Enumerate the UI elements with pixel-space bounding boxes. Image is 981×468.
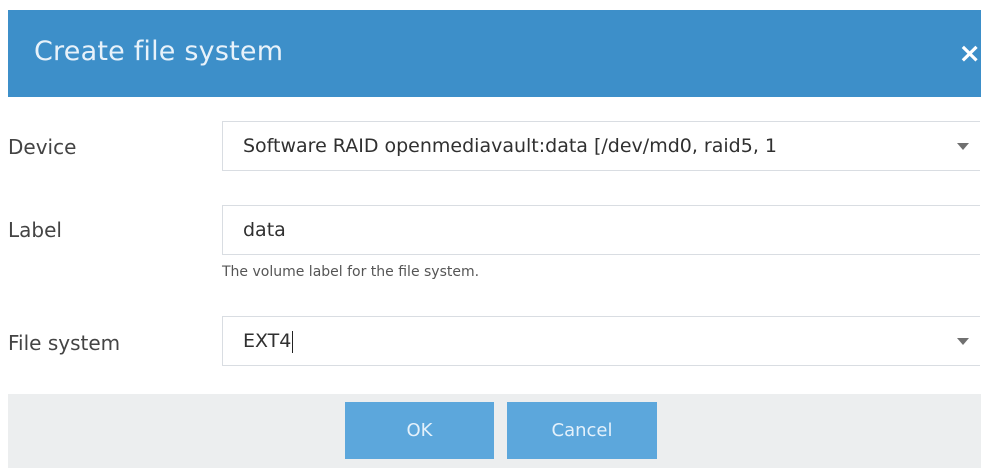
dialog-footer: OK Cancel — [8, 394, 981, 468]
text-cursor — [292, 330, 294, 353]
file-system-label: File system — [8, 331, 121, 355]
device-label: Device — [8, 135, 77, 159]
file-system-select[interactable]: EXT4 — [222, 316, 980, 366]
label-label: Label — [8, 218, 62, 242]
dialog-titlebar: Create file system × — [8, 10, 981, 97]
device-select[interactable]: Software RAID openmediavault:data [/dev/… — [222, 121, 980, 171]
chevron-down-icon[interactable] — [957, 143, 969, 150]
label-hint: The volume label for the file system. — [222, 264, 480, 280]
create-file-system-dialog: Create file system × Device Software RAI… — [0, 0, 981, 468]
label-input-value: data — [243, 219, 286, 241]
device-select-value: Software RAID openmediavault:data [/dev/… — [243, 135, 777, 157]
dialog-title: Create file system — [34, 36, 284, 67]
file-system-value-wrap: EXT4 — [243, 330, 294, 353]
file-system-value: EXT4 — [243, 330, 292, 352]
close-icon[interactable]: × — [958, 40, 981, 67]
label-input[interactable]: data — [222, 205, 980, 255]
chevron-down-icon[interactable] — [957, 338, 969, 345]
ok-button[interactable]: OK — [345, 402, 494, 459]
cancel-button[interactable]: Cancel — [507, 402, 657, 459]
